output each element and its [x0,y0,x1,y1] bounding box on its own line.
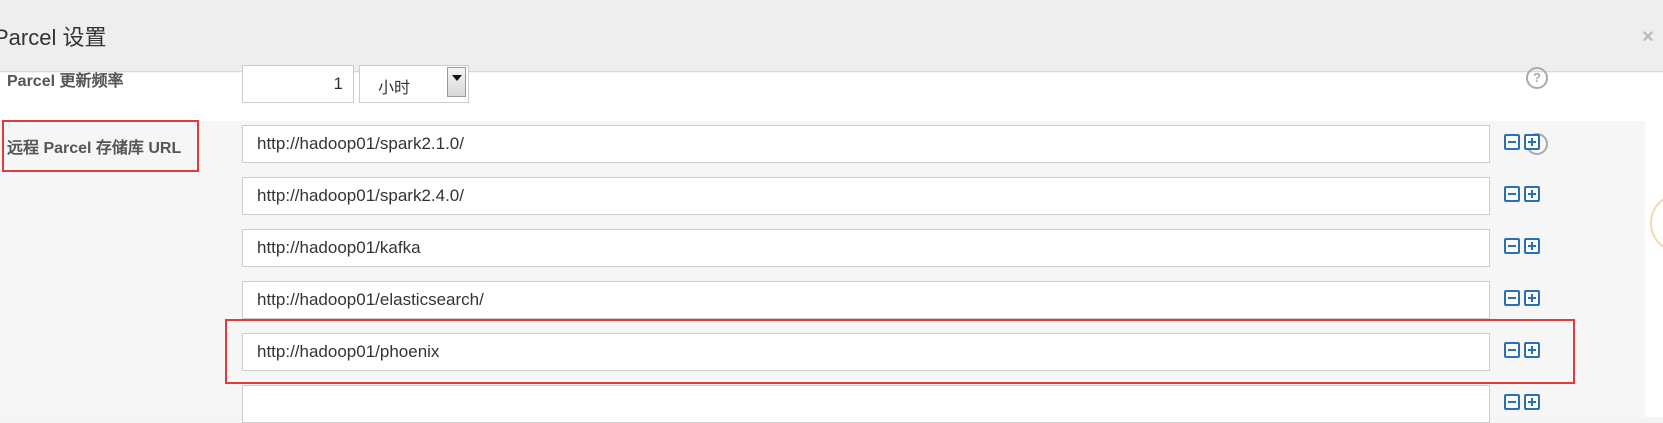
dropdown-arrow-icon[interactable] [447,67,466,97]
repo-url-input-2[interactable] [242,177,1490,215]
add-url-icon[interactable] [1524,238,1540,254]
repo-url-input-3[interactable] [242,229,1490,267]
remove-url-icon[interactable] [1504,238,1520,254]
remove-url-icon[interactable] [1504,342,1520,358]
add-url-icon[interactable] [1524,186,1540,202]
modal-title: Parcel 设置 [0,25,107,50]
add-url-icon[interactable] [1524,134,1540,150]
remove-url-icon[interactable] [1504,290,1520,306]
close-icon[interactable]: × [1637,26,1659,48]
frequency-row: Parcel 更新频率 小时 ? [0,65,1663,121]
repo-url-input-4[interactable] [242,281,1490,319]
frequency-input[interactable] [242,65,354,103]
repo-url-input-1[interactable] [242,125,1490,163]
add-url-icon[interactable] [1524,342,1540,358]
repo-url-label: 远程 Parcel 存储库 URL [7,140,182,157]
modal-header: Parcel 设置 × [0,0,1663,72]
repo-url-input-6[interactable] [242,385,1490,423]
frequency-label: Parcel 更新频率 [7,73,124,90]
add-url-icon[interactable] [1524,290,1540,306]
frequency-unit-select[interactable]: 小时 [359,65,469,103]
remove-url-icon[interactable] [1504,134,1520,150]
add-url-icon[interactable] [1524,394,1540,410]
repo-url-input-5[interactable] [242,333,1490,371]
help-icon[interactable]: ? [1526,67,1548,89]
frequency-unit-value: 小时 [378,80,411,97]
remove-url-icon[interactable] [1504,394,1520,410]
remove-url-icon[interactable] [1504,186,1520,202]
settings-panel: Parcel 更新频率 小时 ? 远程 Parcel 存储库 URL ? [0,65,1663,423]
